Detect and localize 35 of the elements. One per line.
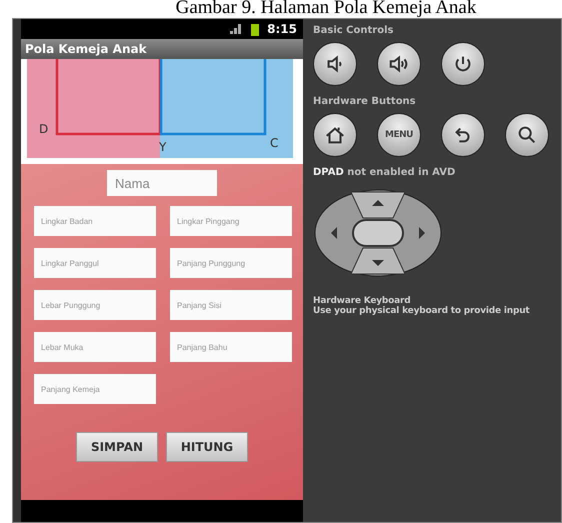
section-title: Hardware Keyboard	[313, 296, 412, 306]
input-field[interactable]: Lingkar Pinggang	[170, 206, 292, 236]
calculate-button[interactable]: HITUNG	[166, 432, 248, 462]
volume-up-button[interactable]	[377, 42, 421, 86]
back-button[interactable]	[441, 113, 485, 157]
section-title: Hardware Buttons	[313, 96, 417, 107]
section-title: Basic Controls	[313, 25, 394, 36]
name-field[interactable]: Nama	[107, 170, 217, 196]
dpad-drawing[interactable]	[313, 188, 443, 278]
app-title: Pola Kemeja Anak	[25, 42, 147, 56]
figure-caption: Gambar 9. Halaman Pola Kemeja Anak	[174, 0, 478, 18]
point-label: C	[270, 136, 278, 150]
input-field[interactable]: Lingkar Badan	[34, 206, 156, 236]
input-field[interactable]: Panjang Kemeja	[34, 374, 156, 404]
battery-icon	[251, 22, 260, 36]
search-icon	[516, 124, 538, 146]
input-field[interactable]: Panjang Sisi	[170, 290, 292, 320]
clock-text: 8:15	[267, 22, 297, 36]
input-field[interactable]: Lingkar Panggul	[34, 248, 156, 278]
volume-down-button[interactable]	[313, 42, 357, 86]
point-label: Y	[159, 140, 166, 154]
home-button[interactable]	[313, 113, 357, 157]
input-field[interactable]: Panjang Bahu	[170, 332, 292, 362]
signal-icon	[229, 23, 244, 35]
power-button[interactable]	[441, 42, 485, 86]
save-button[interactable]: SIMPAN	[76, 432, 158, 462]
input-field[interactable]: Lebar Punggung	[34, 290, 156, 320]
volume-up-icon	[388, 53, 410, 75]
search-button[interactable]	[505, 113, 549, 157]
input-field[interactable]: Lebar Muka	[34, 332, 156, 362]
menu-button[interactable]: MENU	[377, 113, 421, 157]
input-field[interactable]: Panjang Punggung	[170, 248, 292, 278]
hint-text: Use your physical keyboard to provide input	[313, 306, 531, 316]
point-label: D	[39, 122, 48, 136]
section-title: DPAD not enabled in AVD	[313, 167, 456, 178]
